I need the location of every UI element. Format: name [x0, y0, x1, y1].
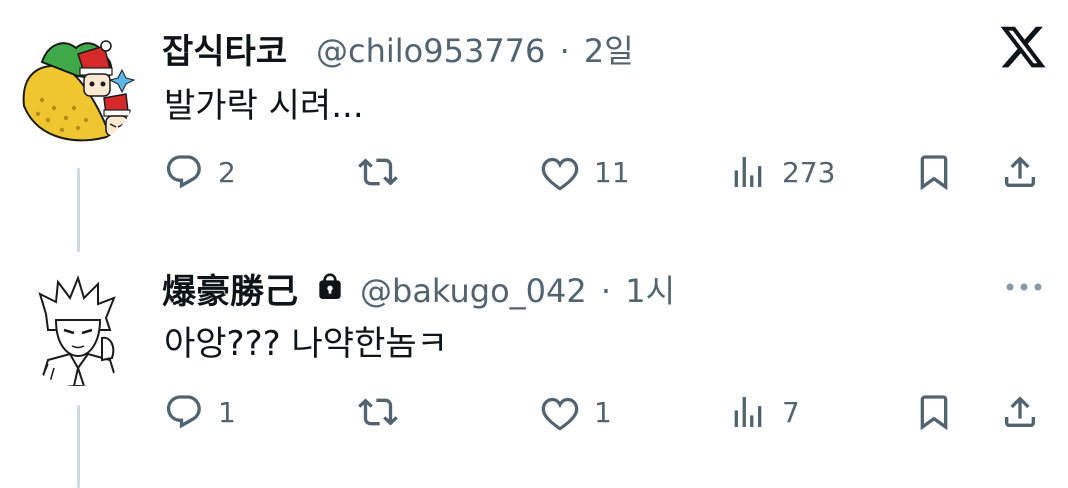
reply-count: 1	[218, 395, 236, 429]
timestamp[interactable]: 1시	[625, 272, 675, 310]
like-count: 11	[594, 155, 630, 189]
bakugo-avatar-image	[18, 268, 136, 386]
views-button[interactable]: 273	[728, 152, 835, 192]
views-icon	[734, 157, 762, 187]
bookmark-icon	[920, 155, 948, 191]
reply-count: 2	[218, 155, 236, 189]
avatar[interactable]	[18, 268, 136, 386]
reply-icon	[166, 155, 201, 189]
like-icon	[541, 397, 579, 431]
like-icon	[541, 157, 579, 191]
handle-text[interactable]: @chilo953776	[316, 32, 545, 70]
retweet-button[interactable]	[358, 152, 398, 196]
like-button[interactable]: 11	[540, 152, 630, 192]
reply-icon	[166, 395, 201, 429]
taco-avatar-image	[18, 28, 136, 146]
retweet-icon	[358, 398, 398, 426]
bookmark-button[interactable]	[914, 152, 954, 196]
view-count: 7	[782, 395, 800, 429]
reply-button[interactable]: 1	[164, 392, 236, 432]
timestamp[interactable]: 2일	[584, 32, 634, 70]
more-dots-icon[interactable]	[1004, 282, 1044, 292]
lock-icon	[319, 273, 341, 299]
like-button[interactable]: 1	[540, 392, 612, 432]
reply-button[interactable]: 2	[164, 152, 236, 192]
author-name[interactable]: 爆豪勝己	[162, 264, 298, 313]
avatar[interactable]	[18, 28, 136, 146]
x-logo-icon[interactable]	[998, 22, 1048, 72]
view-count: 273	[782, 155, 836, 189]
separator-dot: ·	[559, 32, 570, 70]
like-count: 1	[594, 395, 612, 429]
share-button[interactable]	[1000, 152, 1040, 196]
author-handle[interactable]: @bakugo_042 · 1시	[360, 266, 675, 312]
author-name[interactable]: 잡식타코	[162, 24, 287, 73]
tweet-text: 아앙??? 나약한놈ㅋ	[164, 324, 448, 364]
bookmark-icon	[920, 395, 948, 431]
retweet-button[interactable]	[358, 392, 398, 436]
separator-dot: ·	[600, 272, 612, 310]
share-icon	[1005, 396, 1035, 427]
author-name-text[interactable]: 爆豪勝己	[162, 272, 298, 312]
handle-text[interactable]: @bakugo_042	[360, 272, 587, 310]
retweet-icon	[358, 158, 398, 186]
bookmark-button[interactable]	[914, 392, 954, 436]
tweet-text: 발가락 시려...	[164, 86, 364, 126]
share-button[interactable]	[1000, 392, 1040, 436]
thread-line-bottom	[77, 405, 80, 488]
views-icon	[734, 397, 762, 427]
thread-line-top	[77, 168, 80, 252]
author-handle[interactable]: @chilo953776 · 2일	[316, 26, 634, 72]
share-icon	[1005, 156, 1035, 187]
views-button[interactable]: 7	[728, 392, 800, 432]
